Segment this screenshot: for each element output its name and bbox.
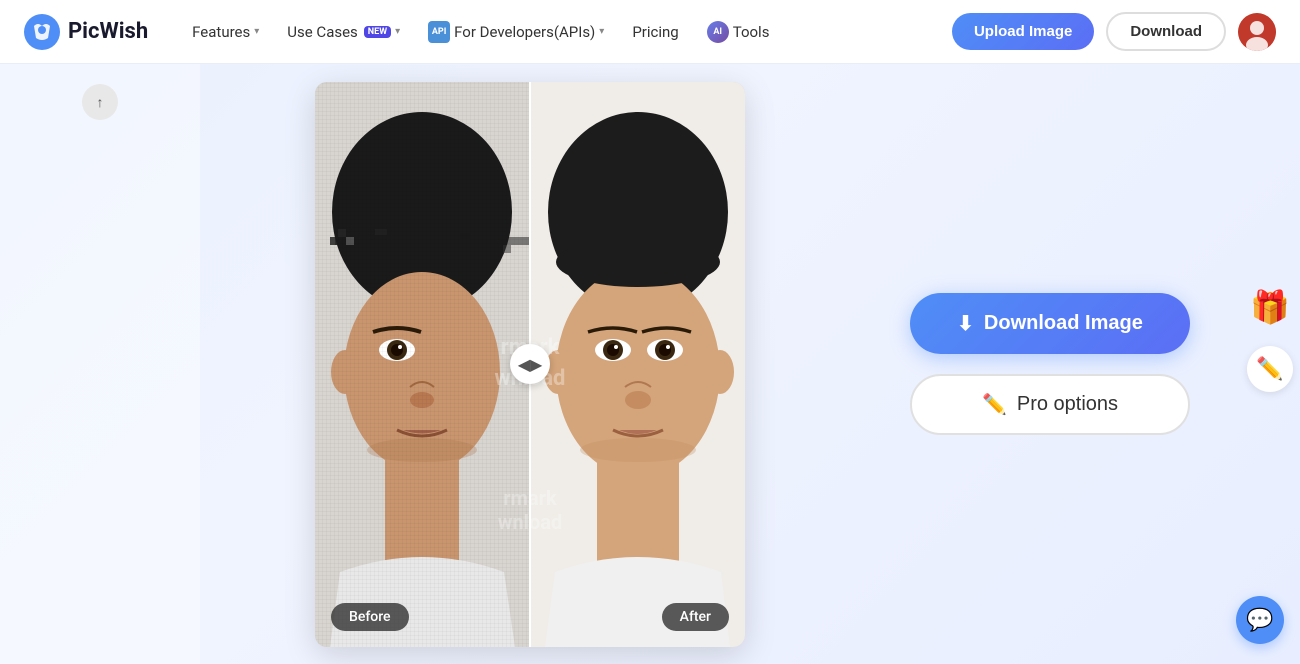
image-comparison-container[interactable]: rmark wnload rmark wnload ◀▶ Before Afte… xyxy=(315,82,745,647)
right-sidebar: 🎁 ✏️ xyxy=(1240,64,1300,664)
avatar[interactable] xyxy=(1238,13,1276,51)
chat-icon: 💬 xyxy=(1246,608,1273,633)
logo-icon xyxy=(24,14,60,50)
comparison-slider[interactable]: ◀▶ xyxy=(510,344,550,384)
upload-image-button[interactable]: Upload Image xyxy=(952,13,1094,50)
after-label: After xyxy=(662,603,729,631)
nav-features[interactable]: Features ▾ xyxy=(180,15,271,49)
download-icon: ⬇ xyxy=(957,311,974,336)
pen-icon: ✏️ xyxy=(982,392,1007,417)
api-icon: API xyxy=(428,21,450,43)
navbar: PicWish Features ▾ Use Cases NEW ▾ API F… xyxy=(0,0,1300,64)
chevron-down-icon: ▾ xyxy=(599,26,604,37)
scroll-up-icon: ↑ xyxy=(97,94,104,111)
new-badge: NEW xyxy=(364,26,391,38)
before-label: Before xyxy=(331,603,409,631)
nav-pricing[interactable]: Pricing xyxy=(620,15,690,49)
nav-links: Features ▾ Use Cases NEW ▾ API For Devel… xyxy=(180,13,952,51)
download-image-button[interactable]: ⬇ Download Image xyxy=(910,293,1190,354)
ai-icon: AI xyxy=(707,21,729,43)
chevron-down-icon: ▾ xyxy=(395,26,400,37)
chevron-down-icon: ▾ xyxy=(254,26,259,37)
pro-options-button[interactable]: ✏️ Pro options xyxy=(910,374,1190,435)
nav-tools[interactable]: AI Tools xyxy=(695,13,782,51)
right-panel: ⬇ Download Image ✏️ Pro options xyxy=(860,64,1240,664)
logo[interactable]: PicWish xyxy=(24,14,148,50)
left-sidebar: ↑ xyxy=(0,64,200,664)
nav-use-cases[interactable]: Use Cases NEW ▾ xyxy=(275,15,412,49)
nav-developers[interactable]: API For Developers(APIs) ▾ xyxy=(416,13,616,51)
download-nav-button[interactable]: Download xyxy=(1106,12,1226,51)
canvas-area: rmark wnload rmark wnload ◀▶ Before Afte… xyxy=(200,64,860,664)
scroll-up-button[interactable]: ↑ xyxy=(82,84,118,120)
nav-right: Upload Image Download xyxy=(952,12,1276,51)
gift-button[interactable]: 🎁 xyxy=(1247,284,1293,330)
avatar-icon xyxy=(1238,13,1276,51)
brand-name: PicWish xyxy=(68,19,148,44)
chat-button[interactable]: 💬 xyxy=(1236,596,1284,644)
main-content: ↑ xyxy=(0,64,1300,664)
edit-button[interactable]: ✏️ xyxy=(1247,346,1293,392)
